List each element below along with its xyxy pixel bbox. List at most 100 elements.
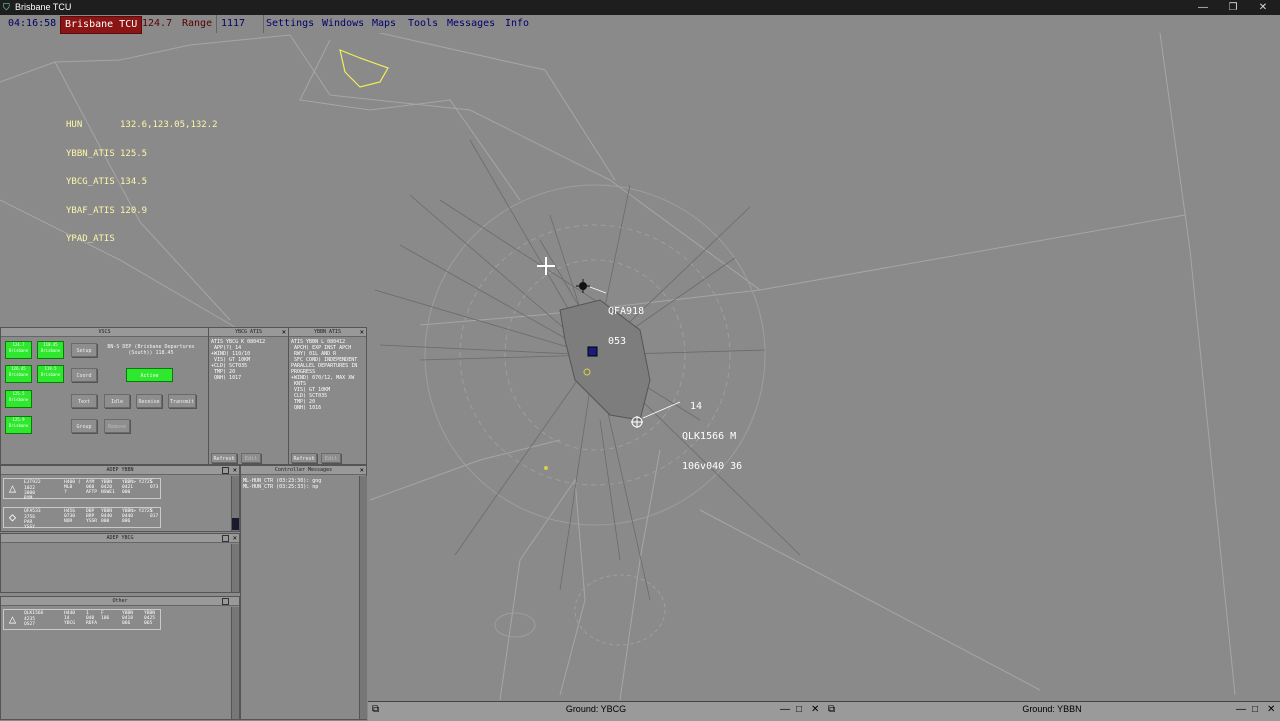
maximize-icon[interactable] xyxy=(222,598,229,605)
strip-col: F 106 xyxy=(101,611,110,621)
restore-button[interactable]: ❐ xyxy=(1218,0,1248,15)
freq-button[interactable]: 125.5 Brisbane xyxy=(5,390,32,408)
active-button[interactable]: Active xyxy=(126,368,173,382)
sector-button[interactable]: Brisbane TCU xyxy=(60,16,143,34)
atis-row: HUN 132.6,123.05,132.2 xyxy=(66,120,218,131)
label-extra: 14 xyxy=(690,401,703,412)
menu-settings[interactable]: Settings xyxy=(262,15,318,33)
atis-name: YBBN_ATIS xyxy=(66,148,115,159)
setup-button[interactable]: Setup xyxy=(71,343,97,357)
strip-col: H440 14 YBCG xyxy=(64,611,76,626)
flight-strip[interactable]: △ EJT922 1022 3000 RYM H400 ( MLB ? AYM … xyxy=(3,478,161,501)
strip-col: DBP BRP YSSR xyxy=(86,509,98,524)
atis-row: YBCG_ATIS 134.5 xyxy=(66,177,147,188)
scroll-thumb[interactable] xyxy=(232,518,239,530)
minimize-button[interactable]: — xyxy=(1188,0,1218,15)
transmit-button[interactable]: Transmit xyxy=(168,394,196,408)
close-icon[interactable]: ✕ xyxy=(360,466,364,474)
strip-col: H456 0730 NOR xyxy=(64,509,76,524)
freq-button[interactable]: 125.9 Brisbane xyxy=(5,416,32,434)
atis-text: ATIS YBBN L 080412 APCH) EXP INST APCH R… xyxy=(291,339,358,411)
scrollbar[interactable] xyxy=(231,476,239,531)
panel-header: ADEP YBBN ✕ xyxy=(1,466,239,475)
text-button[interactable]: Text xyxy=(71,394,97,408)
qlk1566-leader-line xyxy=(642,401,681,419)
departure-diamond-icon: ◇ xyxy=(8,510,17,524)
restricted-area-outline xyxy=(339,49,389,88)
maximize-icon[interactable]: □ xyxy=(1252,702,1258,717)
atis-name: HUN xyxy=(66,120,83,130)
freq-button[interactable]: 126.45 Brisbane xyxy=(5,365,32,383)
freq-button[interactable]: 119.5 Brisbane xyxy=(37,365,64,383)
ground-ybbn-window[interactable]: ⧉ Ground: YBBN — □ ✕ xyxy=(824,701,1280,721)
app-shield-icon: ⛉ xyxy=(3,2,10,12)
strip-callsign: EJT922 xyxy=(24,480,41,485)
primary-frequency[interactable]: 124.7 xyxy=(138,15,176,33)
edit-button[interactable]: Edit xyxy=(241,453,261,463)
callsign: QLK1566 M xyxy=(682,431,737,442)
close-icon[interactable]: ✕ xyxy=(1267,702,1275,717)
maximize-icon[interactable] xyxy=(222,535,229,542)
close-icon[interactable]: ✕ xyxy=(233,466,237,474)
strip-col: H400 ( MLB ? xyxy=(64,480,81,495)
flight-strip[interactable]: △ QLK1566 4235 QS27 H440 14 YBCG 1 040 R… xyxy=(3,609,161,630)
refresh-button[interactable]: Refresh xyxy=(291,453,317,463)
coord-button[interactable]: Coord xyxy=(71,368,97,382)
flight-strip[interactable]: ◇ QFA533 3756 PAR YSSY H456 0730 NOR DBP… xyxy=(3,507,161,530)
menu-info[interactable]: Info xyxy=(501,15,533,33)
menu-windows[interactable]: Windows xyxy=(318,15,368,33)
atis-row: YBBN_ATIS 125.5 xyxy=(66,148,147,160)
panel-header: YBBN ATIS ✕ xyxy=(289,328,366,337)
panel-header: ADEP YBCG ✕ xyxy=(1,534,239,543)
range-label: Range xyxy=(182,18,213,29)
menu-maps[interactable]: Maps xyxy=(368,15,400,33)
position-info: BN-S DEP (Brisbane Departures (South)) 1… xyxy=(107,344,195,356)
strip-col: YBBN> Y2725 0440 006 xyxy=(122,509,153,524)
menu-tools[interactable]: Tools xyxy=(404,15,442,33)
scrollbar[interactable] xyxy=(231,544,239,592)
close-icon[interactable]: ✕ xyxy=(233,534,237,542)
scrollbar[interactable] xyxy=(231,607,239,719)
menu-messages[interactable]: Messages xyxy=(443,15,499,33)
ground-ybcg-window[interactable]: ⧉ Ground: YBCG — □ ✕ xyxy=(368,701,824,721)
panel-title: Controller Messages xyxy=(274,467,333,473)
freq-button[interactable]: 124.7 Brisbane xyxy=(5,341,32,359)
vscs-panel: VSCS 124.7 Brisbane 118.45 Brisbane 126.… xyxy=(0,327,209,465)
window-title: Brisbane TCU xyxy=(15,2,72,12)
atis-list: HUN 132.6,123.05,132.2 YBBN_ATIS 125.5 YBC… xyxy=(66,102,218,254)
message-line: ML-HUN_CTR (03:25:33): np xyxy=(243,484,319,490)
remove-button[interactable]: Remove xyxy=(104,419,130,433)
strip-col: YBBN 0440 000 xyxy=(101,509,113,524)
scrollbar[interactable] xyxy=(359,476,367,719)
minimize-icon[interactable]: — xyxy=(780,702,790,717)
aircraft-label-qlk1566[interactable]: 14 QLK1566 M 106v040 36 xyxy=(682,382,742,482)
refresh-button[interactable]: Refresh xyxy=(211,453,237,463)
strip-col: YBBN 0425 065 xyxy=(144,611,156,626)
maximize-icon[interactable] xyxy=(222,467,229,474)
panel-header: YBCG ATIS ✕ xyxy=(209,328,288,337)
strip-col: YBBN> Y2725 0421 000 xyxy=(122,480,153,495)
receive-button[interactable]: Receive xyxy=(136,394,162,408)
group-button[interactable]: Group xyxy=(71,419,97,433)
panel-title: Other xyxy=(112,598,128,604)
aircraft-label-qfa918[interactable]: QFA918 053 xyxy=(608,287,644,357)
edit-button[interactable]: Edit xyxy=(321,453,341,463)
close-icon[interactable]: ✕ xyxy=(811,702,819,717)
panel-header: VSCS xyxy=(1,328,208,337)
close-icon[interactable]: ✕ xyxy=(282,328,286,336)
range-value[interactable]: 1117 xyxy=(216,15,264,33)
freq-button[interactable]: 118.45 Brisbane xyxy=(37,341,64,359)
aircraft-symbol-qfa918[interactable] xyxy=(576,279,590,293)
airport-symbol-icon xyxy=(587,346,598,357)
panel-title: ADEP YBBN xyxy=(106,467,134,473)
maximize-icon[interactable]: □ xyxy=(796,702,802,717)
minimize-icon[interactable]: — xyxy=(1236,702,1246,717)
close-icon[interactable]: ✕ xyxy=(360,328,364,336)
adep-ybcg-panel: ADEP YBCG ✕ xyxy=(0,533,240,593)
utc-clock: 04:16:58 xyxy=(8,18,57,29)
panel-title: ADEP YBCG xyxy=(106,535,134,541)
close-button[interactable]: ✕ xyxy=(1248,0,1278,15)
panel-title: VSCS xyxy=(98,329,111,335)
strip-col: 1022 3000 RYM xyxy=(24,486,36,501)
idle-button[interactable]: Idle xyxy=(104,394,130,408)
